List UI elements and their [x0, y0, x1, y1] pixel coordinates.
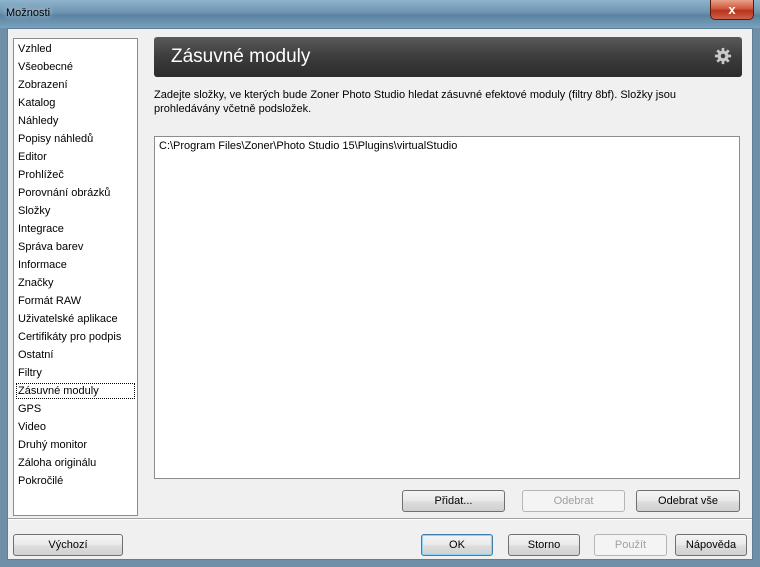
sidebar-item[interactable]: Druhý monitor: [16, 437, 89, 453]
remove-all-button[interactable]: Odebrat vše: [636, 490, 740, 512]
default-button[interactable]: Výchozí: [13, 534, 123, 556]
sidebar-item[interactable]: Video: [16, 419, 48, 435]
close-button[interactable]: x: [710, 0, 754, 20]
sidebar-item[interactable]: Správa barev: [16, 239, 85, 255]
panel-header: Zásuvné moduly: [154, 37, 742, 77]
panel-description: Zadejte složky, ve kterých bude Zoner Ph…: [154, 89, 676, 115]
gear-icon[interactable]: [714, 47, 732, 65]
window-title: Možnosti: [6, 7, 51, 19]
panel-title: Zásuvné moduly: [171, 46, 311, 67]
sidebar-item[interactable]: Popisy náhledů: [16, 131, 95, 147]
plugin-folder-list[interactable]: C:\Program Files\Zoner\Photo Studio 15\P…: [154, 136, 740, 479]
sidebar-item[interactable]: Složky: [16, 203, 52, 219]
list-item[interactable]: C:\Program Files\Zoner\Photo Studio 15\P…: [159, 140, 457, 152]
help-button[interactable]: Nápověda: [675, 534, 747, 556]
sidebar-item[interactable]: Prohlížeč: [16, 167, 66, 183]
sidebar-item[interactable]: Značky: [16, 275, 55, 291]
sidebar-item[interactable]: Pokročilé: [16, 473, 65, 489]
sidebar-item[interactable]: Integrace: [16, 221, 66, 237]
options-window: Možnosti x Vzhled Všeobecné Zobrazení Katal…: [0, 0, 760, 567]
sidebar-item[interactable]: Informace: [16, 257, 69, 273]
dialog-client: Vzhled Všeobecné Zobrazení Katalog Náhledy Po…: [7, 28, 753, 560]
apply-button[interactable]: Použít: [594, 534, 667, 556]
title-bar[interactable]: Možnosti x: [0, 0, 760, 28]
close-icon: x: [728, 2, 736, 17]
sidebar-item[interactable]: Záloha originálu: [16, 455, 98, 471]
sidebar-item[interactable]: Ostatní: [16, 347, 55, 363]
add-button[interactable]: Přidat...: [402, 490, 505, 512]
sidebar-item[interactable]: Zásuvné moduly: [16, 383, 135, 399]
sidebar-item[interactable]: Vzhled: [16, 41, 54, 57]
sidebar-item[interactable]: Zobrazení: [16, 77, 70, 93]
sidebar-item[interactable]: Uživatelské aplikace: [16, 311, 120, 327]
sidebar-item[interactable]: Editor: [16, 149, 49, 165]
sidebar-item[interactable]: Filtry: [16, 365, 44, 381]
sidebar-item[interactable]: Porovnání obrázků: [16, 185, 112, 201]
remove-button[interactable]: Odebrat: [522, 490, 625, 512]
sidebar-item[interactable]: GPS: [16, 401, 43, 417]
sidebar-item[interactable]: Náhledy: [16, 113, 60, 129]
cancel-button[interactable]: Storno: [508, 534, 580, 556]
sidebar-item[interactable]: Všeobecné: [16, 59, 75, 75]
footer-divider: [8, 518, 752, 520]
sidebar-item[interactable]: Formát RAW: [16, 293, 83, 309]
sidebar-item[interactable]: Certifikáty pro podpis: [16, 329, 123, 345]
ok-button[interactable]: OK: [421, 534, 493, 556]
sidebar-item[interactable]: Katalog: [16, 95, 57, 111]
category-list[interactable]: Vzhled Všeobecné Zobrazení Katalog Náhledy Po…: [13, 38, 138, 516]
